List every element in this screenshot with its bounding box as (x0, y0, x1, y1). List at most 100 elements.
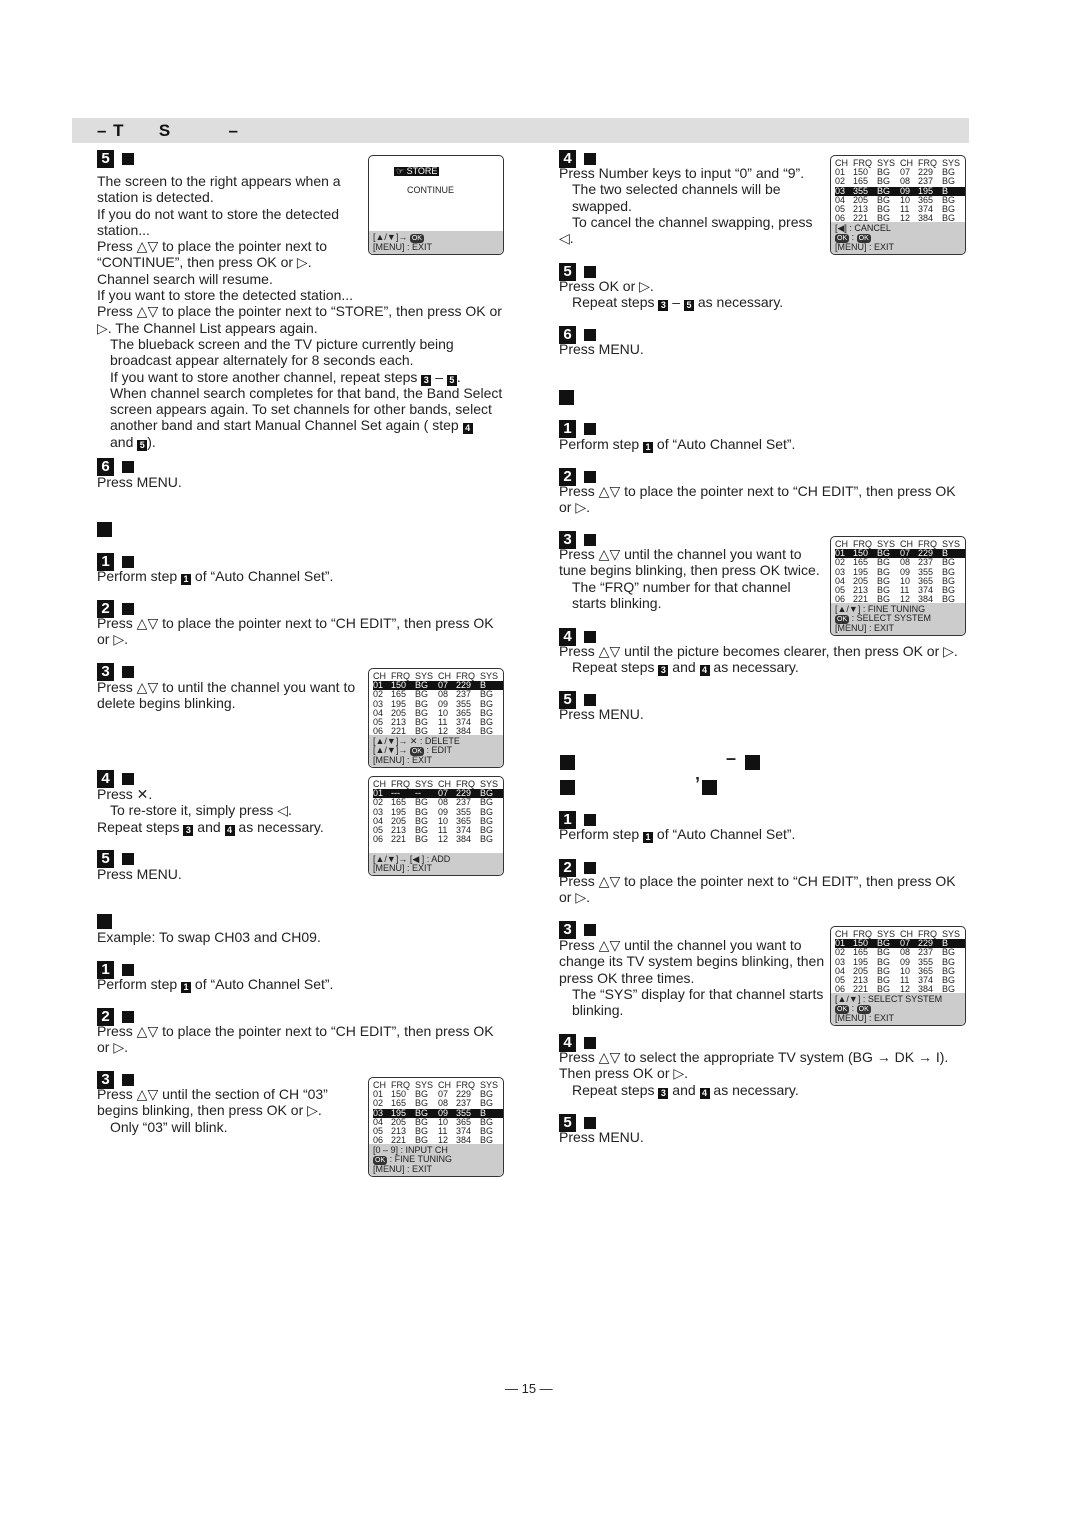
menu-item-store: ☞ STORE (394, 166, 440, 177)
text-line: The “FRQ” number for that channel (572, 578, 791, 595)
step-title-mark (122, 964, 134, 976)
step-text: Press Number keys to input “0” and “9”. T… (559, 165, 812, 246)
text-line: and 5). (110, 433, 156, 451)
section-title: – T S – (97, 121, 239, 140)
text-line: The two selected channels will be (572, 181, 781, 198)
step-title-mark (584, 329, 596, 341)
step-text: Press △▽ to select the appropriate TV sy… (559, 1049, 949, 1099)
step-reference: 3 (658, 300, 669, 312)
text-line: When channel search completes for that b… (110, 384, 503, 401)
text-line: Press △▽ until the picture becomes clear… (559, 643, 958, 659)
footer-hint: [MENU] : EXIT (835, 622, 895, 633)
text-line: Press MENU. (559, 1129, 644, 1145)
step-text: Press △▽ until the section of CH “03” beg… (97, 1086, 328, 1135)
channel-list-table: CH FRQ SYS CH FRQ SYS 01 150 BG 07 229 BG 02 165 BG 08 2… (835, 158, 966, 223)
text-line: Press △▽ to place the pointer next to “C… (97, 615, 494, 631)
step-title-mark (122, 461, 134, 473)
step-title-mark (584, 153, 596, 165)
footer-hint: [MENU] : EXIT (373, 862, 433, 873)
text-line: Repeat steps 3 and 4 as necessary. (97, 818, 324, 836)
step-reference: 1 (181, 574, 192, 585)
text-line: tune begins blinking, then press OK twic… (559, 562, 820, 579)
footer-hint: [MENU] : EXIT (373, 754, 433, 765)
menu-item-continue: CONTINUE (407, 185, 454, 195)
text-line: Press △▽ to select the appropriate TV sy… (559, 1049, 949, 1065)
footer-hint: [MENU] : EXIT (835, 1012, 895, 1023)
step-text: Perform step 1 of “Auto Channel Set”. (559, 826, 796, 843)
text-line: Press MENU. (97, 866, 182, 882)
text-line: To re-store it, simply press ◁. (110, 802, 292, 819)
step-text: Press ✕. To re-store it, simply press ◁. R… (97, 786, 324, 836)
step-title-mark (584, 1117, 596, 1129)
step-reference: 4 (699, 1087, 710, 1099)
text-line: The “SYS” display for that channel start… (572, 985, 824, 1002)
section-header-band: – T S – (72, 118, 969, 143)
text-line: delete begins blinking. (97, 695, 236, 712)
step-heading: 5 (97, 150, 134, 168)
step-text: Press MENU. (559, 1129, 644, 1145)
table-cell: 06 (373, 834, 384, 845)
heading-mark (745, 755, 760, 770)
step-text: Press △▽ until the channel you want to tu… (559, 546, 820, 611)
channel-list-table: CH FRQ SYS CH FRQ SYS 01 150 BG 07 229 B 02 165 BG 08 23… (835, 929, 966, 994)
table-row: 06 221 BG 12 384 BG (373, 835, 503, 844)
step-title-mark (122, 666, 134, 678)
channel-list-table: CH FRQ SYS CH FRQ SYS 01 150 BG 07 229 B 02 165 BG 08 23… (373, 671, 504, 736)
step-reference: 5 (683, 300, 694, 312)
text-line: Perform step 1 of “Auto Channel Set”. (97, 976, 334, 993)
text-line: Press △▽ to place the pointer next to “S… (97, 303, 502, 320)
table-cell: 221 (391, 834, 407, 845)
text-line: press OK three times. (559, 969, 695, 986)
step-text: Press MENU. (559, 706, 644, 722)
step-reference: 1 (181, 982, 192, 993)
step-reference: 1 (643, 442, 654, 453)
text-line: Perform step 1 of “Auto Channel Set”. (559, 826, 796, 843)
step-title-mark (584, 694, 596, 706)
table-cell: 12 (438, 834, 449, 845)
step-text: Perform step 1 of “Auto Channel Set”. (559, 436, 796, 453)
text-line: Press MENU. (97, 474, 182, 490)
step-title-mark (122, 556, 134, 568)
text-line: change its TV system begins blinking, th… (559, 953, 825, 970)
text-line: If you want to store the detected statio… (97, 287, 354, 304)
text-line: Press ✕. (97, 786, 153, 802)
step-title-mark (122, 1011, 134, 1023)
step-reference: 3 (183, 824, 194, 836)
step-text: Press △▽ to place the pointer next to “C… (559, 483, 956, 516)
screen-footer: [▲/▼] : FINE TUNING OK : SELECT SYSTEM [ME… (831, 602, 965, 635)
step-reference: 1 (643, 832, 654, 843)
text-line: or ▷. (559, 889, 590, 906)
text-line: Press △▽ to until the channel you want t… (97, 679, 356, 695)
text-line: Then press OK or ▷. (559, 1065, 689, 1082)
table-cell: BG (415, 834, 429, 845)
step-text: Press △▽ to until the channel you want t… (97, 679, 355, 712)
step-title-mark (584, 471, 596, 483)
channel-list-table: CH FRQ SYS CH FRQ SYS 01 150 BG 07 229 BG 02 165 BG 08 2… (373, 1080, 504, 1145)
step-title-mark (584, 534, 596, 546)
step-text: Press OK or ▷. Repeat steps 3 – 5 as nece… (559, 278, 783, 312)
text-line: To cancel the channel swapping, press (572, 213, 813, 230)
text-line: Perform step 1 of “Auto Channel Set”. (97, 568, 334, 585)
step-title-mark (122, 773, 134, 785)
step-text: Press △▽ until the picture becomes clear… (559, 643, 958, 677)
footer-hint: [MENU] : EXIT (373, 1163, 433, 1174)
heading-mark (559, 390, 574, 405)
text-line: Perform step 1 of “Auto Channel Set”. (559, 436, 796, 453)
text-line: Only “03” will blink. (110, 1118, 228, 1135)
step-title-mark (584, 266, 596, 278)
step-text: Press △▽ until the channel you want to ch… (559, 937, 824, 1018)
text-line: Press △▽ until the channel you want to (559, 937, 802, 953)
heading-mark (97, 914, 112, 929)
step-reference: 4 (462, 423, 473, 435)
text-line: Press MENU. (559, 341, 644, 357)
text-line: Press △▽ to place the pointer next to “C… (559, 483, 956, 499)
screen-footer: [▲/▼]→ [◀ ] : ADD [MENU] : EXIT (369, 852, 503, 875)
step-reference: 5 (137, 439, 148, 451)
heading-mark (560, 780, 575, 795)
text-line: broadcast appear alternately for 8 secon… (110, 352, 414, 369)
osd-screen-swap-select: CH FRQ SYS CH FRQ SYS 01 150 BG 07 229 BG 02 165 BG 08 2… (368, 1077, 504, 1177)
step-title-mark (122, 853, 134, 865)
text-line: Press △▽ until the section of CH “03” (97, 1086, 328, 1102)
step-text: Press △▽ to place the pointer next to “C… (97, 615, 494, 648)
osd-screen-system: CH FRQ SYS CH FRQ SYS 01 150 BG 07 229 B 02 165 BG 08 23… (830, 926, 966, 1026)
